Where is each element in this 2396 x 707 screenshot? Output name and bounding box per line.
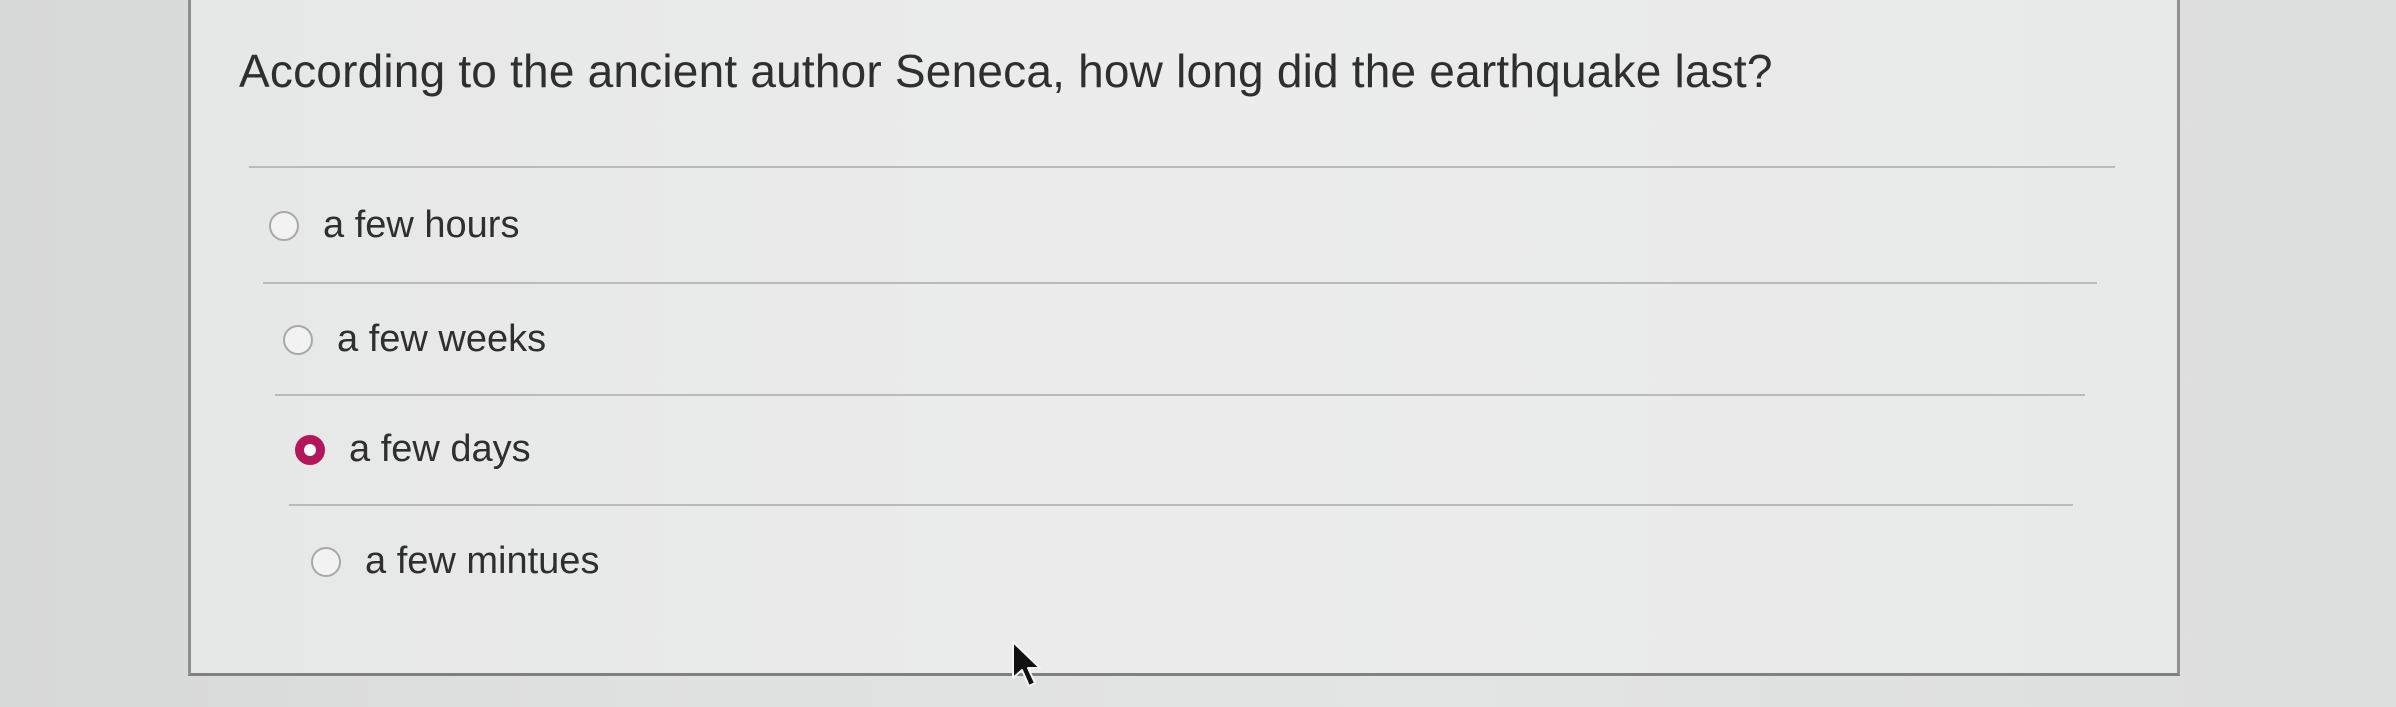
divider (263, 282, 2097, 284)
divider (249, 166, 2115, 168)
radio-button-selected[interactable] (295, 434, 325, 465)
option-a-few-hours[interactable]: a few hours (269, 204, 519, 247)
option-label: a few mintues (365, 540, 600, 582)
divider (289, 504, 2073, 506)
option-label: a few days (349, 428, 531, 470)
option-a-few-mintues[interactable]: a few mintues (311, 540, 599, 583)
question-text: According to the ancient author Seneca, … (239, 45, 1773, 97)
radio-button[interactable] (269, 210, 299, 241)
option-a-few-days[interactable]: a few days (295, 428, 531, 471)
option-label: a few hours (323, 204, 520, 246)
option-a-few-weeks[interactable]: a few weeks (283, 318, 546, 361)
divider (275, 394, 2085, 396)
question-card: According to the ancient author Seneca, … (188, 0, 2180, 676)
radio-button[interactable] (283, 324, 313, 355)
mouse-pointer-icon (1012, 641, 1041, 687)
radio-button[interactable] (311, 546, 341, 577)
option-label: a few weeks (337, 318, 547, 360)
